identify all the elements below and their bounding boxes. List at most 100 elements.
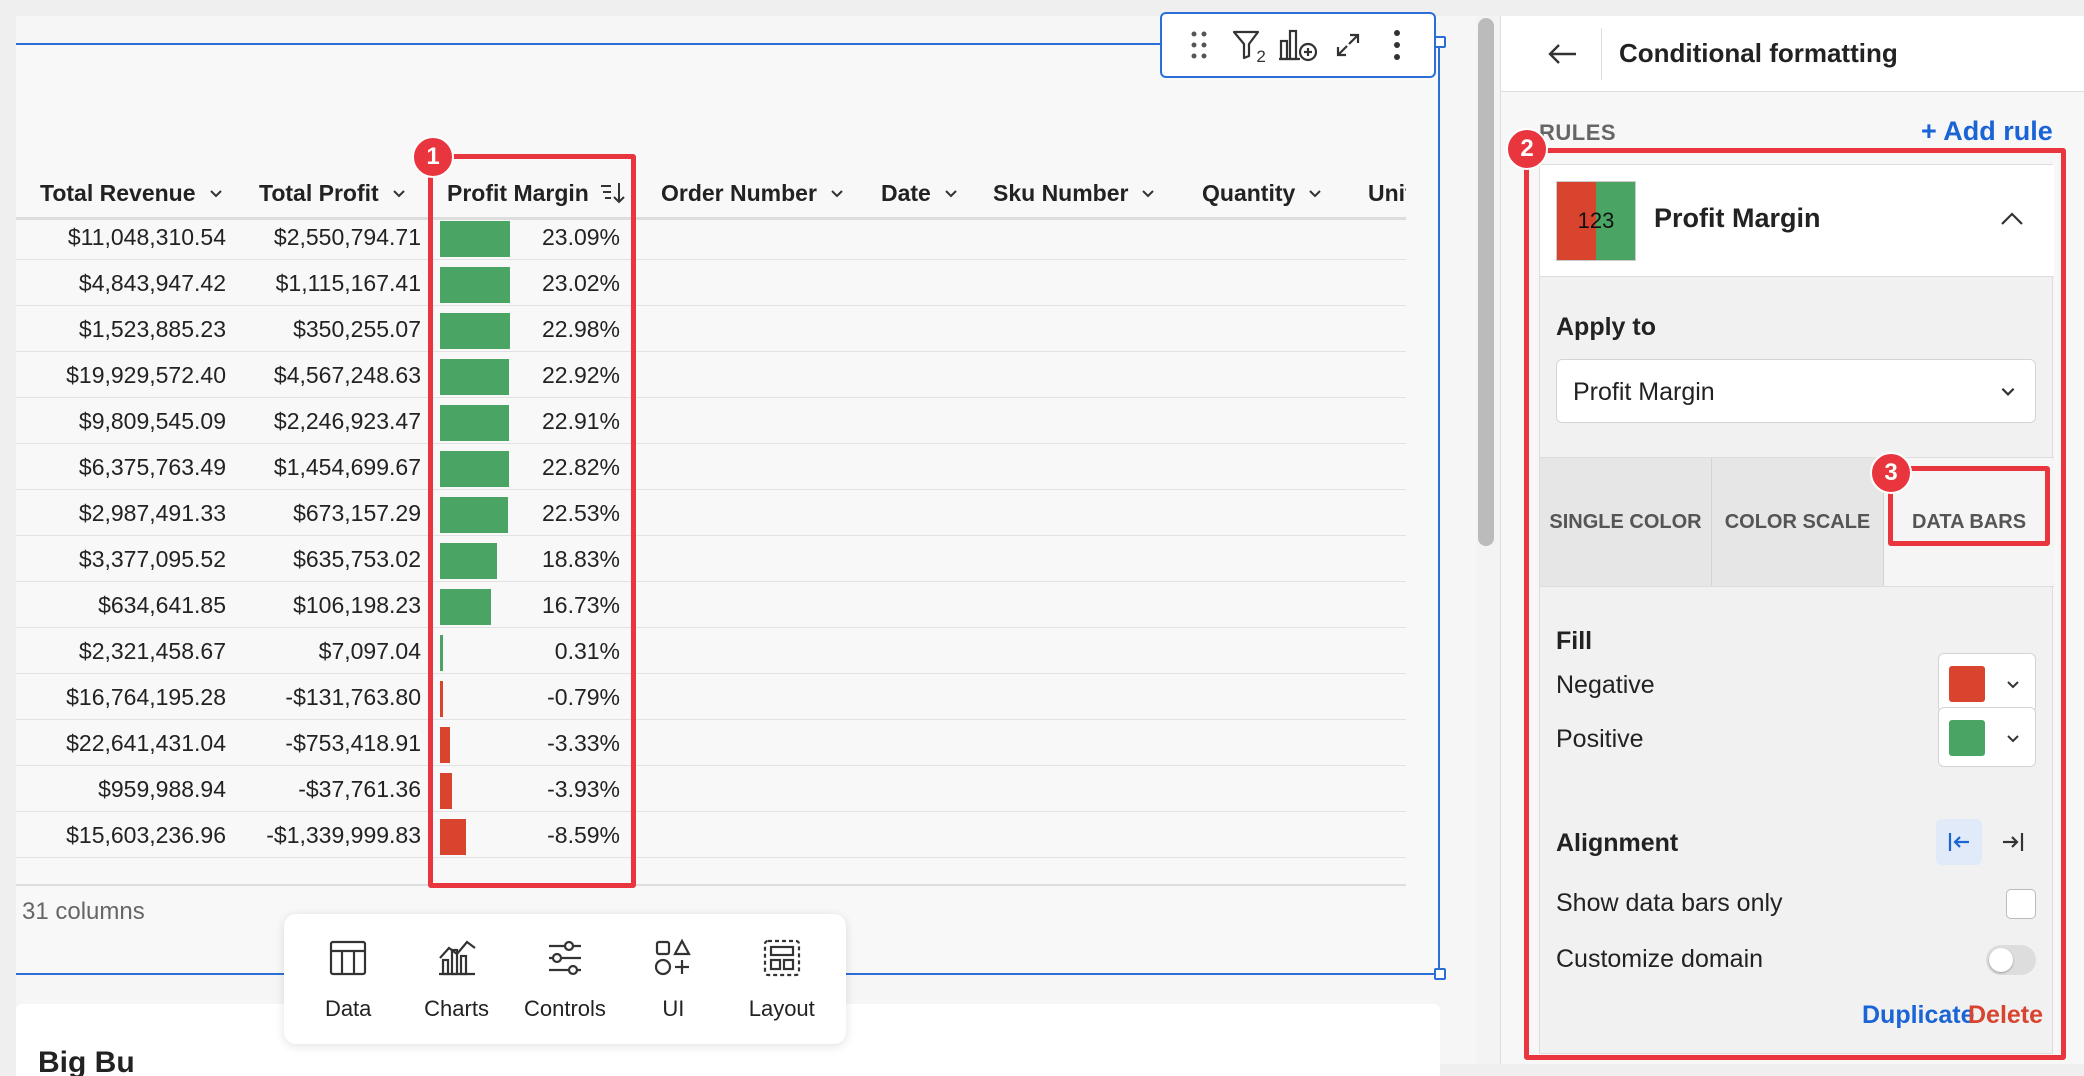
cell-total-revenue[interactable]: $3,377,095.52 [16, 536, 226, 582]
cell-profit-margin[interactable]: 22.91% [440, 398, 620, 444]
negative-color-picker[interactable] [1938, 653, 2036, 713]
cell-total-revenue[interactable]: $15,603,236.96 [16, 812, 226, 858]
dock-item-data[interactable]: Data [298, 936, 398, 1022]
resize-handle-bottom-right[interactable] [1434, 968, 1446, 980]
cell-profit-margin[interactable]: 23.02% [440, 260, 620, 306]
table-row[interactable]: $959,988.94 -$37,761.36 -3.93% [16, 766, 1406, 812]
table-row[interactable]: $11,048,310.54 $2,550,794.71 23.09% [16, 214, 1406, 260]
table-row[interactable]: $2,321,458.67 $7,097.04 0.31% [16, 628, 1406, 674]
cell-total-revenue[interactable]: $22,641,431.04 [16, 720, 226, 766]
collapse-rule-button[interactable] [1992, 199, 2032, 239]
align-right-button[interactable] [1990, 819, 2036, 865]
cell-total-profit[interactable]: -$1,339,999.83 [226, 812, 421, 858]
column-header-order-number[interactable]: Order Number [661, 168, 845, 218]
cell-total-revenue[interactable]: $19,929,572.40 [16, 352, 226, 398]
table-row[interactable]: $6,375,763.49 $1,454,699.67 22.82% [16, 444, 1406, 490]
cell-total-revenue[interactable]: $11,048,310.54 [16, 214, 226, 260]
back-button[interactable] [1543, 34, 1583, 74]
table-row[interactable]: $9,809,545.09 $2,246,923.47 22.91% [16, 398, 1406, 444]
column-header-date[interactable]: Date [881, 168, 959, 218]
cell-total-profit[interactable]: -$131,763.80 [226, 674, 421, 720]
table-row[interactable]: $1,523,885.23 $350,255.07 22.98% [16, 306, 1406, 352]
filter-icon[interactable]: 2 [1226, 23, 1270, 67]
table-row[interactable]: $22,641,431.04 -$753,418.91 -3.33% [16, 720, 1406, 766]
add-rule-button[interactable]: + Add rule [1921, 116, 2053, 147]
dock-item-charts[interactable]: Charts [407, 936, 507, 1022]
customize-domain-toggle[interactable] [1986, 945, 2036, 975]
conditional-formatting-panel: Conditional formatting RULES + Add rule … [1500, 16, 2084, 1064]
cell-total-revenue[interactable]: $16,764,195.28 [16, 674, 226, 720]
cell-total-profit[interactable]: $2,246,923.47 [226, 398, 421, 444]
expand-icon[interactable] [1326, 23, 1370, 67]
cell-profit-margin[interactable]: 22.92% [440, 352, 620, 398]
dock-item-layout[interactable]: Layout [732, 936, 832, 1022]
column-header-profit-margin[interactable]: Profit Margin [447, 168, 627, 218]
table-row[interactable]: $19,929,572.40 $4,567,248.63 22.92% [16, 352, 1406, 398]
cell-total-profit[interactable]: $350,255.07 [226, 306, 421, 352]
column-header-total-profit[interactable]: Total Profit [259, 168, 407, 218]
cell-total-profit[interactable]: $7,097.04 [226, 628, 421, 674]
cell-profit-margin[interactable]: 16.73% [440, 582, 620, 628]
table-row[interactable]: $15,603,236.96 -$1,339,999.83 -8.59% [16, 812, 1406, 858]
dock-item-ui[interactable]: UI [623, 936, 723, 1022]
positive-color-picker[interactable] [1938, 707, 2036, 767]
chevron-up-icon [2001, 212, 2023, 225]
positive-color-swatch [1949, 720, 1985, 756]
drag-handle-icon[interactable] [1177, 23, 1221, 67]
cell-total-revenue[interactable]: $634,641.85 [16, 582, 226, 628]
cell-profit-margin[interactable]: -3.93% [440, 766, 620, 812]
show-data-bars-only-checkbox[interactable] [2006, 889, 2036, 919]
cell-total-revenue[interactable]: $2,987,491.33 [16, 490, 226, 536]
cell-profit-margin[interactable]: 22.53% [440, 490, 620, 536]
cell-total-revenue[interactable]: $4,843,947.42 [16, 260, 226, 306]
annotation-badge-1: 1 [412, 136, 454, 178]
cell-total-revenue[interactable]: $9,809,545.09 [16, 398, 226, 444]
table-icon [330, 940, 367, 976]
column-header-unit[interactable]: Unit [1368, 168, 1406, 218]
rule-header[interactable]: 123 Profit Margin [1540, 165, 2054, 277]
cell-total-profit[interactable]: $1,454,699.67 [226, 444, 421, 490]
tab-single-color[interactable]: SINGLE COLOR [1540, 458, 1712, 586]
cell-total-revenue[interactable]: $1,523,885.23 [16, 306, 226, 352]
cell-total-profit[interactable]: $673,157.29 [226, 490, 421, 536]
cell-total-profit[interactable]: -$753,418.91 [226, 720, 421, 766]
canvas-scrollbar-thumb[interactable] [1478, 18, 1494, 546]
cell-profit-margin[interactable]: -8.59% [440, 812, 620, 858]
tab-color-scale[interactable]: COLOR SCALE [1712, 458, 1884, 586]
cell-total-revenue[interactable]: $6,375,763.49 [16, 444, 226, 490]
cell-profit-margin[interactable]: -3.33% [440, 720, 620, 766]
cell-total-profit[interactable]: $106,198.23 [226, 582, 421, 628]
add-chart-icon[interactable] [1276, 23, 1320, 67]
column-header-quantity[interactable]: Quantity [1202, 168, 1323, 218]
cell-total-profit[interactable]: -$37,761.36 [226, 766, 421, 812]
cell-profit-margin[interactable]: 23.09% [440, 214, 620, 260]
dock-item-controls[interactable]: Controls [515, 936, 615, 1022]
app-root: Big Bu 2 Total Revenue Total Profit Prof… [0, 0, 2084, 1076]
table-row[interactable]: $4,843,947.42 $1,115,167.41 23.02% [16, 260, 1406, 306]
cell-total-profit[interactable]: $635,753.02 [226, 536, 421, 582]
column-header-sku-number[interactable]: Sku Number [993, 168, 1156, 218]
cell-total-revenue[interactable]: $959,988.94 [16, 766, 226, 812]
duplicate-rule-button[interactable]: Duplicate [1862, 1001, 1975, 1030]
align-left-button[interactable] [1936, 819, 1982, 865]
apply-to-select[interactable]: Profit Margin [1556, 359, 2036, 423]
cell-profit-margin[interactable]: -0.79% [440, 674, 620, 720]
cell-total-profit[interactable]: $2,550,794.71 [226, 214, 421, 260]
table-row[interactable]: $3,377,095.52 $635,753.02 18.83% [16, 536, 1406, 582]
more-icon[interactable] [1375, 23, 1419, 67]
cell-profit-margin[interactable]: 22.82% [440, 444, 620, 490]
delete-rule-button[interactable]: Delete [1968, 1001, 2043, 1030]
cell-total-profit[interactable]: $4,567,248.63 [226, 352, 421, 398]
align-left-icon [1948, 833, 1969, 851]
cell-profit-margin[interactable]: 0.31% [440, 628, 620, 674]
column-header-total-revenue[interactable]: Total Revenue [40, 168, 224, 218]
table-row[interactable]: $634,641.85 $106,198.23 16.73% [16, 582, 1406, 628]
chevron-down-icon [2007, 681, 2019, 689]
cell-profit-margin[interactable]: 22.98% [440, 306, 620, 352]
cell-total-revenue[interactable]: $2,321,458.67 [16, 628, 226, 674]
table-row[interactable]: $2,987,491.33 $673,157.29 22.53% [16, 490, 1406, 536]
table-row[interactable]: $16,764,195.28 -$131,763.80 -0.79% [16, 674, 1406, 720]
cell-total-profit[interactable]: $1,115,167.41 [226, 260, 421, 306]
negative-color-label: Negative [1556, 671, 1655, 699]
cell-profit-margin[interactable]: 18.83% [440, 536, 620, 582]
